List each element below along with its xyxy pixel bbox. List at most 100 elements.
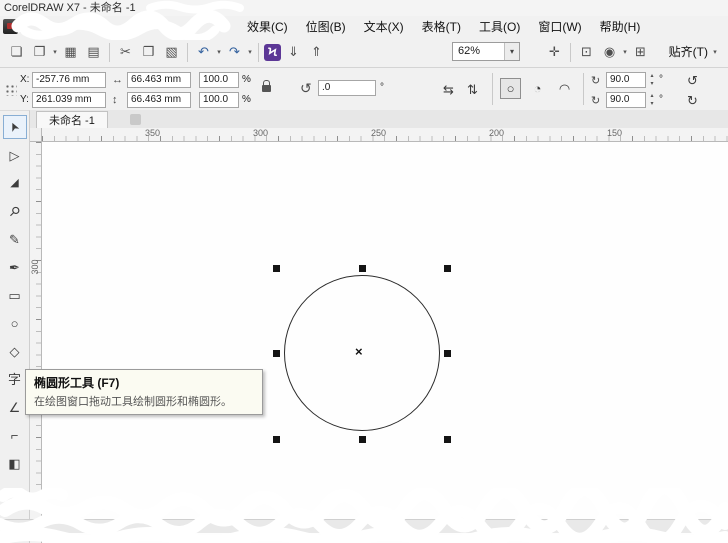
- zoom-level-combo[interactable]: 62% ▾: [452, 42, 520, 61]
- scale-x-field[interactable]: 100.0: [199, 72, 239, 88]
- save-icon[interactable]: ▦: [60, 42, 81, 63]
- connector-tool[interactable]: ⌐: [3, 423, 27, 447]
- tooltip-description: 在绘图窗口拖动工具绘制圆形和椭圆形。: [34, 393, 254, 409]
- percent-sign: %: [242, 94, 251, 105]
- text-tool[interactable]: 字: [3, 367, 27, 391]
- menu-help[interactable]: 帮助(H): [591, 18, 650, 35]
- ruler-label: 150: [607, 128, 622, 138]
- interactive-fill-tool[interactable]: ◧: [3, 451, 27, 475]
- shape-tool[interactable]: ▷: [3, 143, 27, 167]
- open-dropdown-icon[interactable]: ▾: [51, 48, 59, 56]
- change-direction-button[interactable]: ↺: [682, 70, 703, 91]
- copy-icon[interactable]: ❒: [138, 42, 159, 63]
- rectangle-tool[interactable]: ▭: [3, 283, 27, 307]
- nudge-grid-icon[interactable]: [4, 83, 17, 96]
- snap-to-button[interactable]: 贴齐(T) ▾: [663, 42, 725, 61]
- crop-tool[interactable]: ◢: [3, 171, 27, 195]
- mirror-horizontal-button[interactable]: ⇆: [438, 79, 459, 100]
- menu-table[interactable]: 表格(T): [413, 18, 470, 35]
- horizontal-ruler[interactable]: 350300250200150: [42, 128, 728, 142]
- menu-window[interactable]: 窗口(W): [529, 18, 590, 35]
- window-title: CorelDRAW X7 - 未命名 -1: [4, 2, 136, 14]
- change-direction-button[interactable]: ↻: [682, 90, 703, 111]
- ruler-label: 300: [30, 257, 40, 277]
- object-width-icon: ↔: [112, 74, 123, 86]
- new-document-icon[interactable]: ❏: [6, 42, 27, 63]
- redo-dropdown-icon[interactable]: ▾: [246, 48, 254, 56]
- redo-icon[interactable]: ↷: [224, 42, 245, 63]
- x-position-field[interactable]: -257.76 mm: [32, 72, 106, 88]
- corel-connect-icon[interactable]: Ϟ: [264, 44, 281, 61]
- ruler-origin[interactable]: [30, 128, 42, 142]
- open-icon[interactable]: ❐: [29, 42, 50, 63]
- rotation-icon: ↺: [300, 80, 312, 97]
- object-height-field[interactable]: 66.463 mm: [127, 92, 191, 108]
- scale-y-field[interactable]: 100.0: [199, 92, 239, 108]
- page-border-view-icon[interactable]: ⊡: [576, 42, 597, 63]
- spinner[interactable]: ▴▾: [647, 72, 657, 88]
- object-width-field[interactable]: 66.463 mm: [127, 72, 191, 88]
- full-screen-preview-icon[interactable]: ⊞: [630, 42, 651, 63]
- ellipse-tool[interactable]: ○: [3, 311, 27, 335]
- zoom-to-page-icon[interactable]: ✛: [544, 42, 565, 63]
- selection-handle[interactable]: [444, 436, 451, 443]
- undo-dropdown-icon[interactable]: ▾: [215, 48, 223, 56]
- menu-tools[interactable]: 工具(O): [470, 18, 529, 35]
- menu-bitmaps[interactable]: 位图(B): [297, 18, 355, 35]
- mirror-vertical-button[interactable]: ⇅: [462, 79, 483, 100]
- pie-mode-button[interactable]: ◔: [527, 78, 548, 99]
- toolbar-separator: [258, 43, 259, 62]
- paste-icon[interactable]: ▧: [161, 42, 182, 63]
- lock-ratio-icon[interactable]: [262, 85, 271, 92]
- pick-tool-icon: ➤: [7, 120, 22, 134]
- canvas[interactable]: ×: [42, 142, 728, 543]
- text-tool-icon: 字: [8, 373, 21, 386]
- undo-icon[interactable]: ↶: [193, 42, 214, 63]
- dimension-tool-icon: ∠: [9, 401, 21, 414]
- document-tab-label: 未命名 -1: [49, 112, 95, 128]
- ellipse-mode-button[interactable]: ○: [500, 78, 521, 99]
- cut-icon[interactable]: ✂: [115, 42, 136, 63]
- menu-text[interactable]: 文本(X): [355, 18, 413, 35]
- snap-to-label: 贴齐(T): [669, 43, 708, 60]
- artistic-media-tool[interactable]: ✒: [3, 255, 27, 279]
- selection-handle[interactable]: [273, 265, 280, 272]
- document-tab-bar: 未命名 -1: [30, 110, 728, 129]
- preview-dropdown-icon[interactable]: ▾: [621, 48, 629, 56]
- arc-end-angle-field[interactable]: 90.0: [606, 92, 646, 108]
- import-icon[interactable]: ⇓: [283, 42, 304, 63]
- pick-tool[interactable]: ➤: [3, 115, 27, 139]
- selection-handle[interactable]: [359, 436, 366, 443]
- document-tab[interactable]: 未命名 -1: [36, 111, 108, 128]
- freehand-tool[interactable]: ✎: [3, 227, 27, 251]
- menu-effects[interactable]: 效果(C): [238, 18, 297, 35]
- tooltip-title: 椭圆形工具 (F7): [34, 374, 254, 391]
- ruler-label: 250: [371, 128, 386, 138]
- export-icon[interactable]: ⇑: [306, 42, 327, 63]
- selection-handle[interactable]: [444, 350, 451, 357]
- toolbar-main-icons: ❏❐▾▦▤✂❒▧↶▾↷▾Ϟ⇓⇑: [5, 41, 328, 63]
- toolbox: ➤ ▷ ◢ ⚲ ✎ ✒ ▭ ○ ◇ 字 ∠ ⌐ ◧: [0, 110, 30, 543]
- separator: [492, 73, 493, 105]
- print-icon[interactable]: ▤: [83, 42, 104, 63]
- selection-handle[interactable]: [444, 265, 451, 272]
- selection-handle[interactable]: [273, 350, 280, 357]
- polygon-tool[interactable]: ◇: [3, 339, 27, 363]
- vertical-ruler[interactable]: 300250200: [30, 142, 42, 543]
- artistic-media-tool-icon: ✒: [9, 261, 20, 274]
- arc-mode-button[interactable]: ◠: [554, 78, 575, 99]
- selection-handle[interactable]: [273, 436, 280, 443]
- zoom-tool[interactable]: ⚲: [3, 199, 27, 223]
- dimension-tool[interactable]: ∠: [3, 395, 27, 419]
- polygon-tool-icon: ◇: [10, 345, 20, 358]
- preview-mode-icon[interactable]: ◉: [599, 42, 620, 63]
- spinner[interactable]: ▴▾: [647, 92, 657, 108]
- arc-start-angle-field[interactable]: 90.0: [606, 72, 646, 88]
- y-position-field[interactable]: 261.039 mm: [32, 92, 106, 108]
- app-icon[interactable]: [3, 19, 18, 34]
- chevron-down-icon[interactable]: ▾: [504, 43, 519, 60]
- selection-handle[interactable]: [359, 265, 366, 272]
- rotation-angle-field[interactable]: .0: [318, 80, 376, 96]
- rectangle-tool-icon: ▭: [8, 289, 20, 302]
- percent-sign: %: [242, 74, 251, 85]
